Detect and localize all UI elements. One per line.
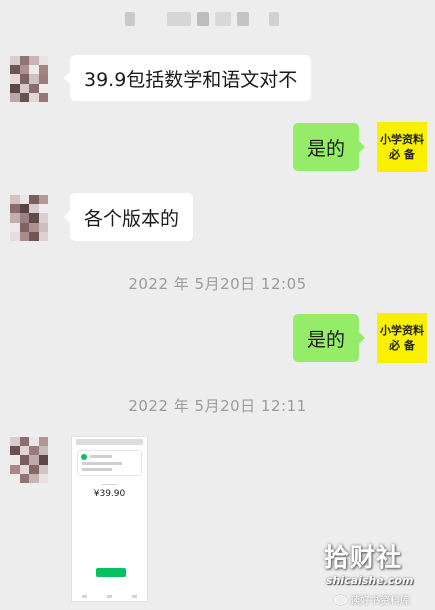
self-avatar[interactable]: 小学资料 必 备 xyxy=(377,313,427,363)
message-bubble-incoming[interactable]: 各个版本的 xyxy=(70,193,194,241)
contact-avatar[interactable] xyxy=(10,437,48,483)
payment-screenshot-image[interactable]: ───── ¥39.90 xyxy=(71,436,148,602)
watermark-logo: 拾财社 xyxy=(324,543,403,572)
self-avatar-line1: 小学资料 xyxy=(380,133,424,146)
contact-avatar[interactable] xyxy=(10,195,48,241)
watermark-channel: 读好书资料库 xyxy=(334,592,410,607)
chat-title-blurred xyxy=(125,12,279,26)
screenshot-confirm-button xyxy=(96,568,126,577)
message-text: 39.9包括数学和语文对不 xyxy=(84,68,298,91)
timestamp: 2022 年 5月20日 12:05 xyxy=(128,275,307,293)
self-avatar-line2: 必 备 xyxy=(389,339,415,352)
message-bubble-outgoing[interactable]: 是的 xyxy=(293,123,360,171)
self-avatar-line1: 小学资料 xyxy=(380,324,424,337)
screenshot-status-bar xyxy=(76,439,143,445)
check-icon xyxy=(81,454,87,460)
timestamp: 2022 年 5月20日 12:11 xyxy=(128,397,307,415)
watermark-domain: shicaishe.com xyxy=(326,574,414,587)
message-bubble-outgoing[interactable]: 是的 xyxy=(293,314,360,362)
self-avatar-line2: 必 备 xyxy=(389,148,415,161)
contact-avatar[interactable] xyxy=(10,56,48,102)
screenshot-label: ───── xyxy=(101,482,118,488)
wechat-channel-icon xyxy=(334,594,347,605)
screenshot-transfer-card xyxy=(77,450,142,476)
watermark-channel-name: 读好书资料库 xyxy=(350,596,410,607)
message-text: 各个版本的 xyxy=(84,207,180,230)
self-avatar[interactable]: 小学资料 必 备 xyxy=(377,122,427,172)
message-text: 是的 xyxy=(307,328,346,351)
screenshot-amount: ¥39.90 xyxy=(93,489,126,499)
message-text: 是的 xyxy=(307,137,346,160)
message-bubble-incoming[interactable]: 39.9包括数学和语文对不 xyxy=(70,55,312,101)
screenshot-nav-bar xyxy=(72,595,147,598)
